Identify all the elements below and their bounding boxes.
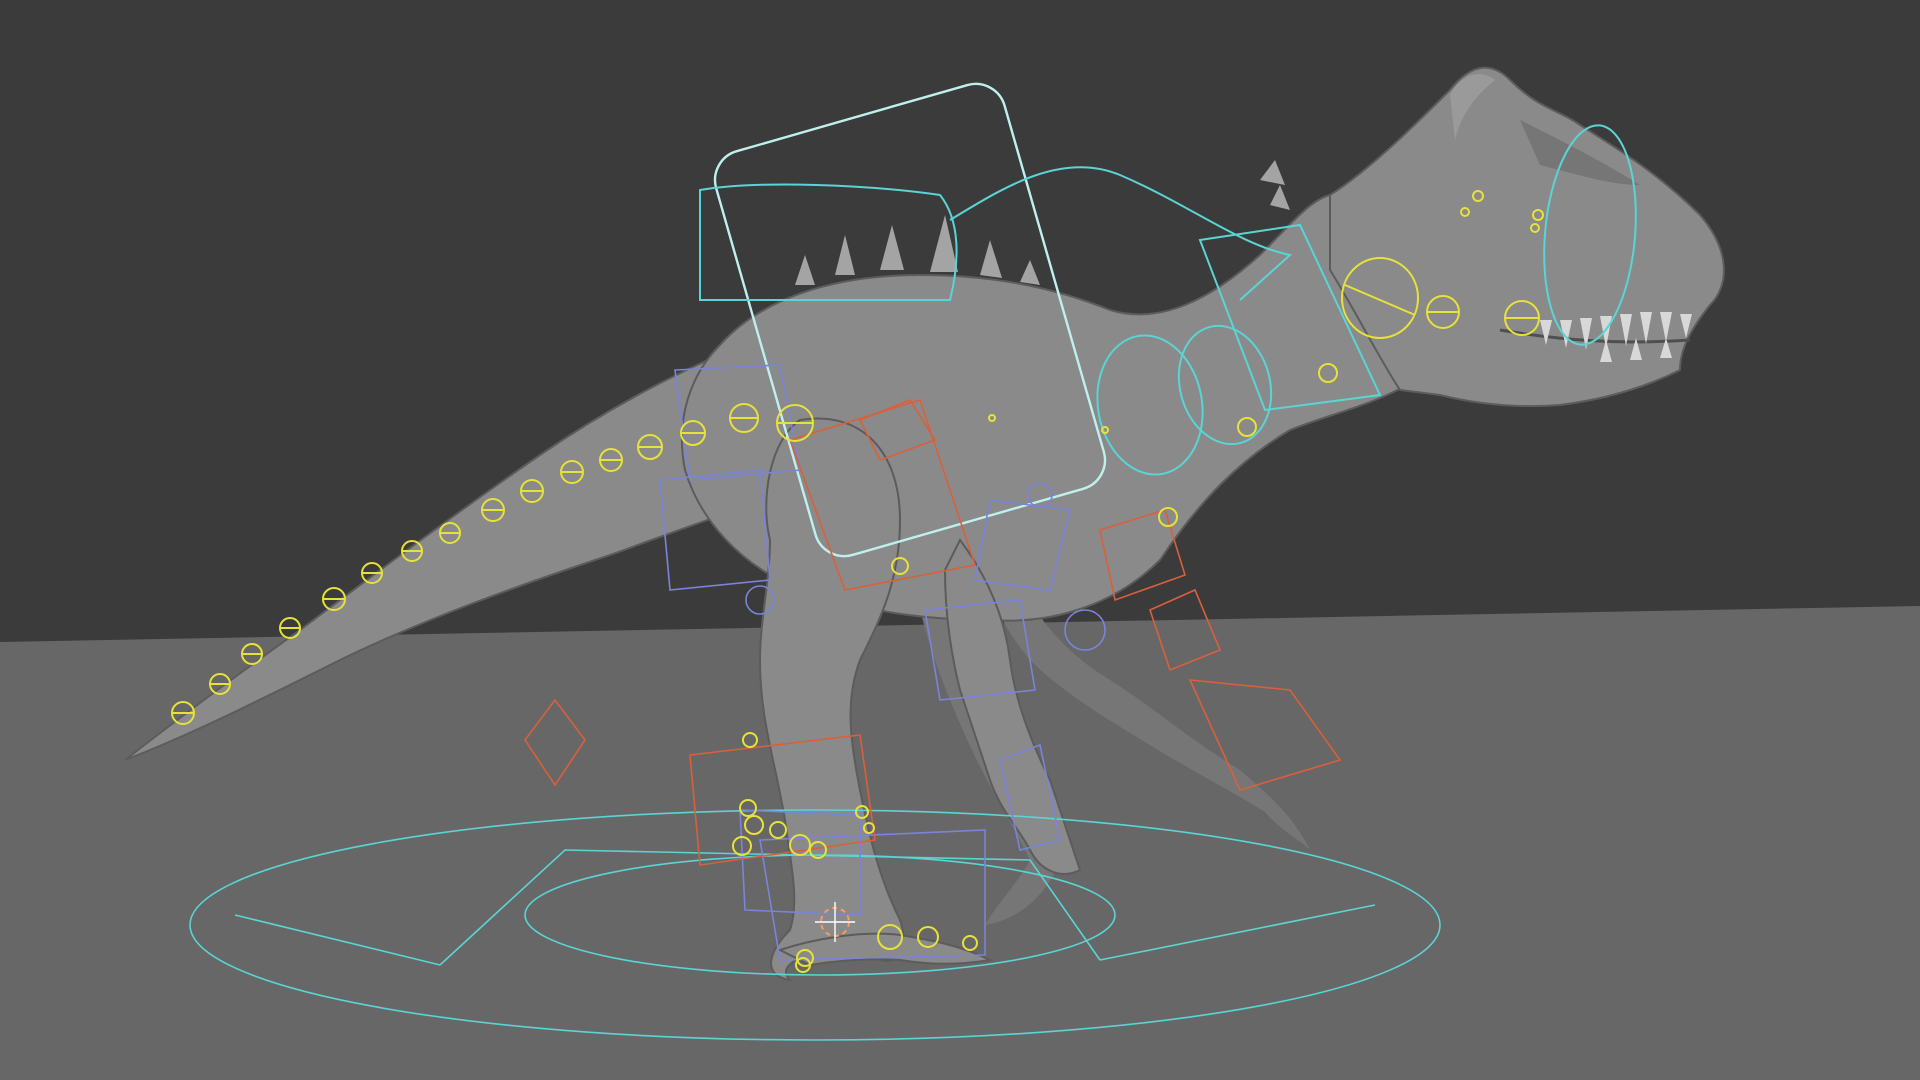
3d-viewport[interactable] bbox=[0, 0, 1920, 1080]
